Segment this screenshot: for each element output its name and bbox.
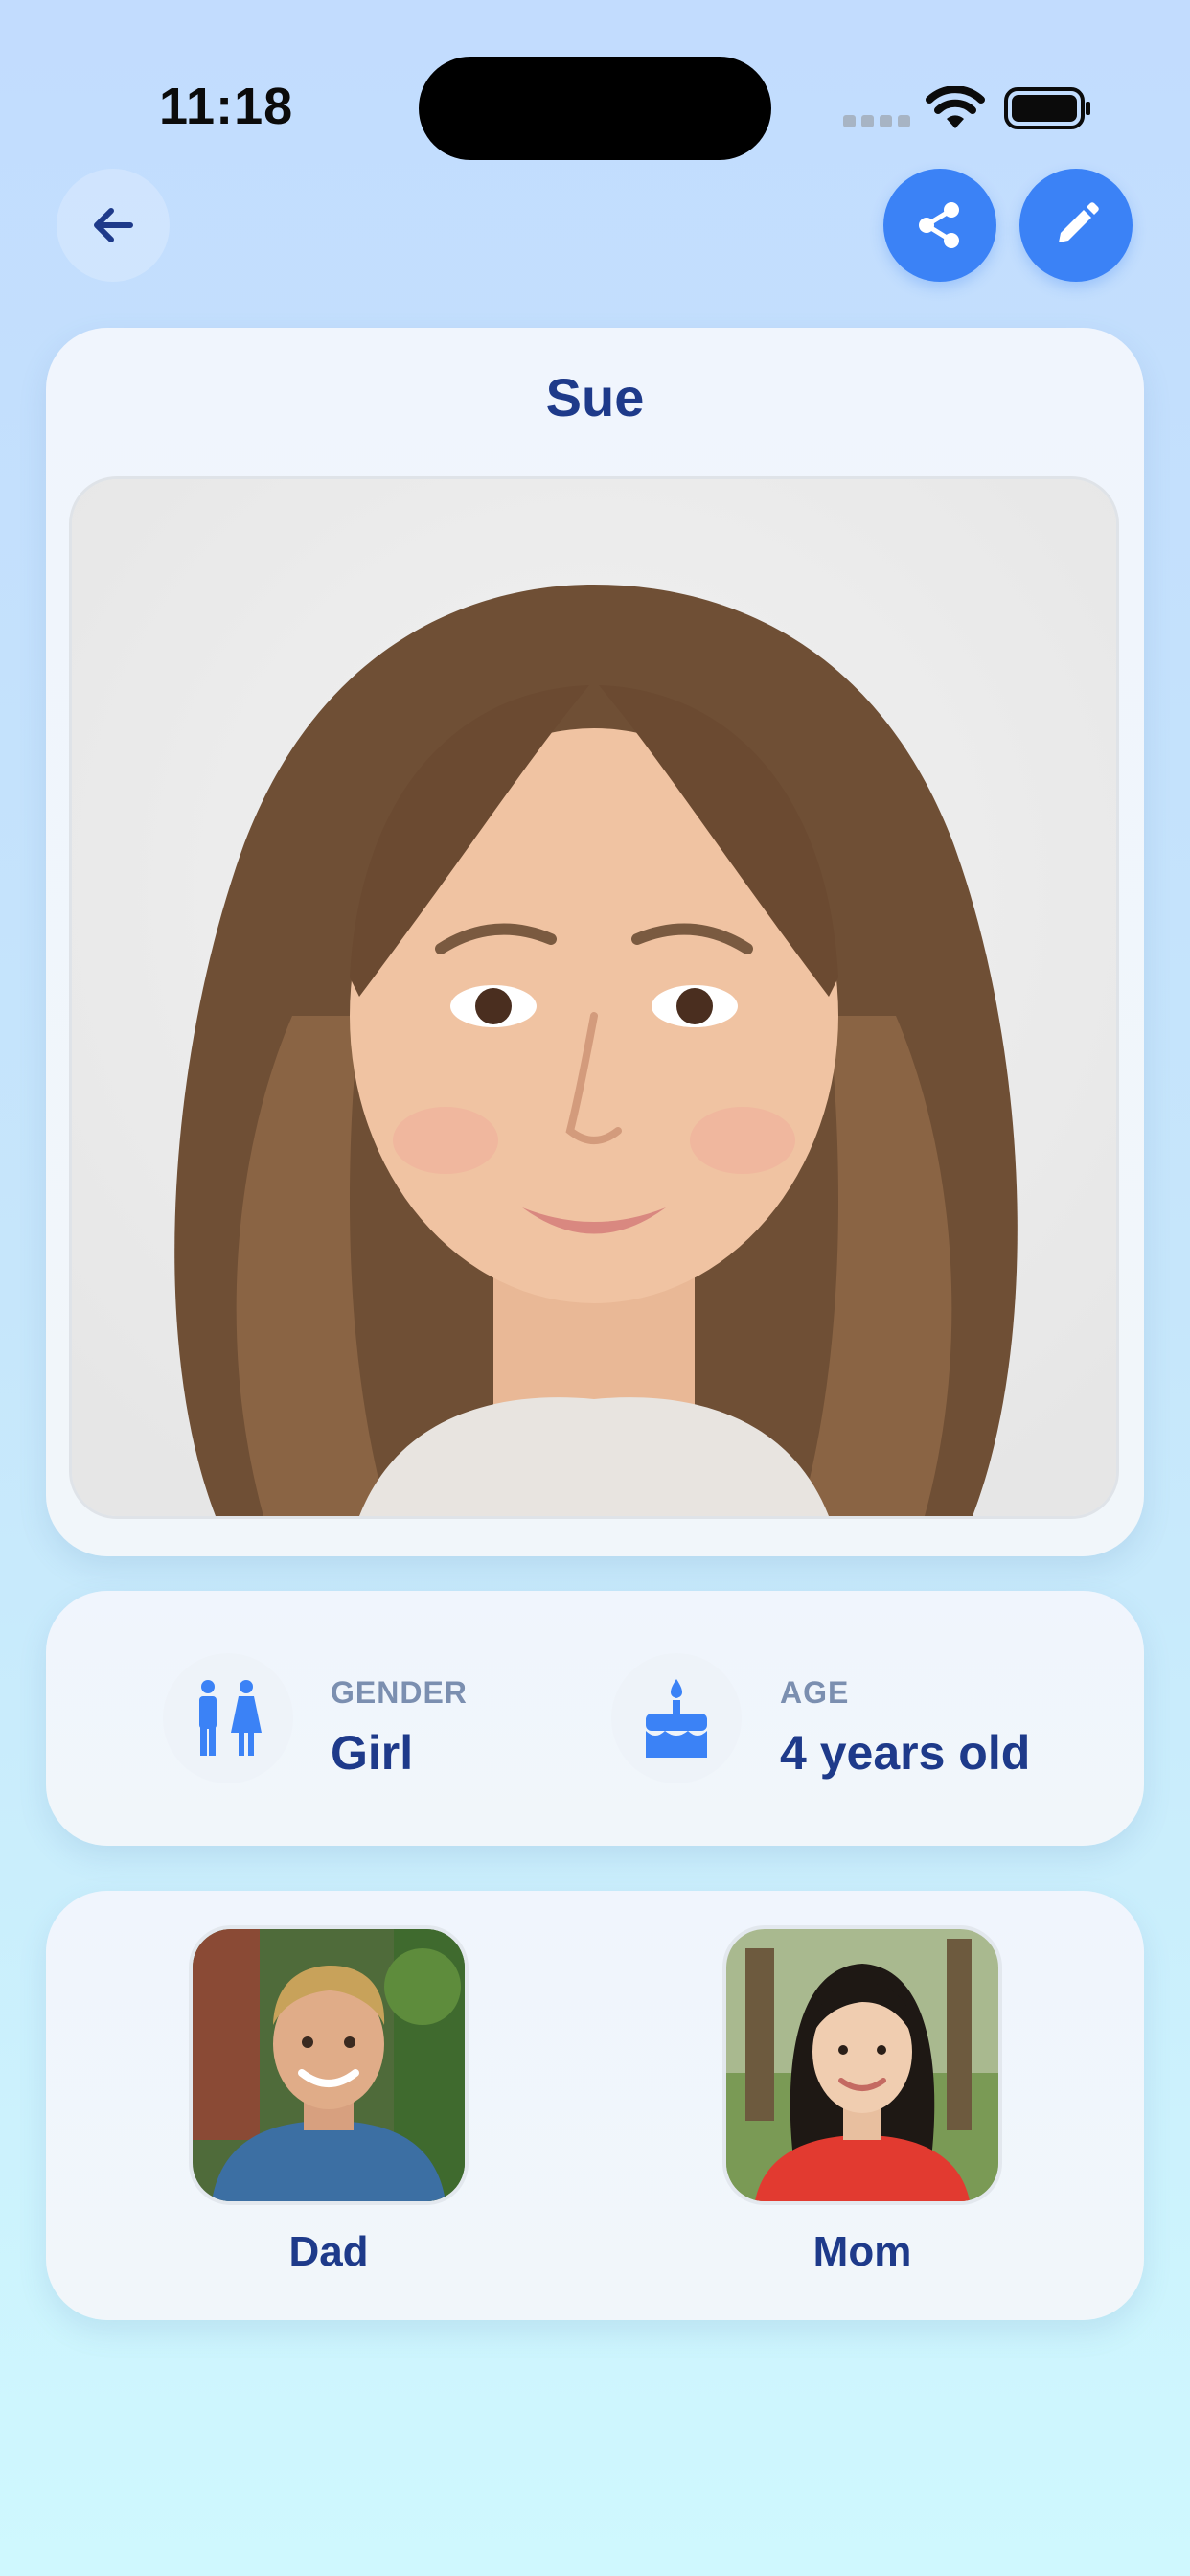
- share-button[interactable]: [883, 169, 996, 282]
- pencil-icon: [1059, 202, 1099, 242]
- age-icon-badge: [611, 1653, 742, 1783]
- cellular-signal-icon: [843, 115, 910, 127]
- arrow-left-icon: [94, 208, 133, 242]
- dad-label: Dad: [288, 2228, 369, 2275]
- gender-icon-badge: [163, 1653, 293, 1783]
- back-button[interactable]: [57, 169, 170, 282]
- mom-label: Mom: [812, 2228, 912, 2275]
- gender-value: Girl: [331, 1726, 414, 1780]
- battery-icon: [1004, 87, 1090, 129]
- edit-button[interactable]: [1019, 169, 1133, 282]
- age-value: 4 years old: [780, 1726, 1031, 1780]
- cake-icon: [646, 1679, 707, 1758]
- dynamic-island: [419, 57, 771, 160]
- parents-card: Dad Mom: [46, 1891, 1144, 2320]
- child-name: Sue: [545, 367, 645, 427]
- age-label: AGE: [780, 1675, 850, 1710]
- gender-label: GENDER: [331, 1675, 468, 1710]
- child-photo-card: Sue: [46, 328, 1144, 1556]
- wifi-icon: [926, 86, 985, 128]
- dad-portrait-image: [193, 1929, 465, 2201]
- share-icon: [919, 202, 959, 248]
- mom-portrait-image: [726, 1929, 998, 2201]
- child-info-card: GENDER Girl AGE 4 years old: [46, 1591, 1144, 1846]
- status-time: 11:18: [159, 78, 294, 135]
- mom-photo[interactable]: [722, 1925, 1002, 2205]
- child-portrait-image: [72, 479, 1116, 1516]
- dad-photo[interactable]: [189, 1925, 469, 2205]
- status-bar: 11:18: [0, 0, 1190, 192]
- gender-icon: [199, 1680, 262, 1756]
- child-photo: [69, 476, 1119, 1519]
